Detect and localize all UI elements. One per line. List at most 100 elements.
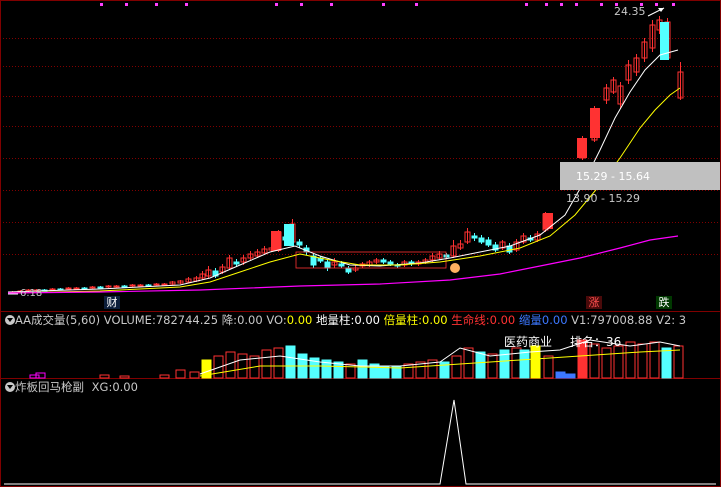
volume-bar	[487, 353, 498, 379]
candle-body	[380, 259, 387, 263]
dilz-value: 0.00	[354, 313, 380, 327]
top-marker-dot	[575, 3, 578, 6]
candle-body	[577, 138, 587, 158]
vo-value: 0.00	[286, 313, 313, 327]
marker-zhang[interactable]: 涨	[586, 296, 602, 309]
candle-body	[338, 263, 345, 267]
xg-signal-line	[4, 399, 716, 485]
beilz-value: 0.00	[422, 313, 448, 327]
smx-label: 生命线:	[451, 313, 490, 327]
top-marker-dot	[545, 3, 548, 6]
rank-label-text: 排名：	[570, 335, 607, 349]
volume-bar	[565, 373, 576, 379]
volume-bar	[649, 341, 660, 379]
indicator-name[interactable]: 炸板回马枪副	[15, 380, 84, 394]
volume-bar	[175, 369, 186, 379]
volume-bar	[237, 353, 248, 379]
volume-panel-header: AA成交量(5,60) VOLUME:782744.25 降:0.00 VO:0…	[0, 312, 721, 329]
volume-label: VOLUME:	[103, 313, 156, 327]
collapse-circle-icon[interactable]	[5, 315, 15, 325]
candle-body	[145, 284, 152, 287]
volume-bar	[519, 349, 530, 379]
candle-body	[153, 283, 160, 286]
volume-bar	[613, 345, 624, 379]
candle-body	[296, 241, 303, 246]
volume-bar	[555, 371, 566, 379]
volume-indicator-name[interactable]: AA成交量(5,60)	[15, 313, 100, 327]
candle-body	[543, 213, 553, 229]
candle-body	[89, 286, 96, 289]
top-marker-dot	[155, 3, 158, 6]
candle-body	[113, 285, 120, 288]
hand-cursor-icon	[450, 263, 460, 273]
candle-body	[478, 237, 485, 243]
candle-body	[233, 261, 240, 265]
top-marker-dot	[275, 3, 278, 6]
marker-die[interactable]: 跌	[656, 296, 672, 309]
volume-bar	[451, 355, 462, 379]
chart-canvas[interactable]: 15.29 - 15.64	[0, 0, 721, 487]
top-marker-dot	[330, 3, 333, 6]
top-marker-dot	[600, 3, 603, 6]
v1-label: V1:	[571, 313, 591, 327]
v2-label: V2: 3	[656, 313, 687, 327]
candle-body	[471, 235, 478, 239]
volume-bar	[530, 345, 541, 379]
volume-bar	[189, 371, 200, 379]
candle-body	[81, 287, 88, 290]
smx-value: 0.00	[489, 313, 516, 327]
top-marker-dot	[300, 3, 303, 6]
candle-body	[129, 284, 136, 287]
volume-bar	[273, 347, 284, 379]
volume-bar	[285, 345, 296, 379]
suolz-label: 缩量	[518, 313, 542, 327]
volume-bar	[625, 341, 636, 379]
marker-cai[interactable]: 财	[104, 296, 120, 309]
top-marker-dot	[525, 3, 528, 6]
volume-bar	[403, 363, 414, 379]
top-marker-dot	[185, 3, 188, 6]
volume-bar	[475, 351, 486, 379]
volume-bar	[601, 347, 612, 379]
box-range-label-a: 15.29 - 15.64	[576, 170, 650, 183]
rank-value: 36	[606, 335, 622, 349]
candle-body	[161, 283, 168, 286]
volume-bar	[261, 349, 272, 379]
top-marker-dot	[100, 3, 103, 6]
candle-body	[345, 267, 352, 273]
indicator-panel-header: 炸板回马枪副 XG:0.00	[0, 379, 721, 396]
volume-bar	[345, 363, 356, 379]
sector-label: 医药商业	[504, 335, 553, 349]
box-range-label-b: 13.90 - 15.29	[566, 192, 640, 205]
candle-body	[590, 108, 600, 138]
dilz-label: 地量柱:	[315, 313, 355, 327]
rank-label: 排名：36	[570, 333, 621, 350]
candle-body	[65, 287, 72, 290]
vo-label: VO:	[266, 313, 287, 327]
volume-bar	[225, 351, 236, 379]
volume-bar	[357, 359, 368, 379]
chart-frame	[0, 0, 721, 487]
jiang-label: 降:	[221, 313, 238, 327]
top-marker-dot	[382, 3, 385, 6]
candle-body	[387, 261, 394, 265]
jiang-value: 0.00	[237, 313, 263, 327]
candle-body	[49, 288, 56, 291]
collapse-circle-icon-2[interactable]	[5, 382, 15, 392]
top-marker-dot	[655, 3, 658, 6]
volume-bar	[119, 375, 130, 379]
xg-label: XG:	[91, 380, 113, 394]
candle-body	[137, 284, 144, 287]
xg-value: 0.00	[112, 380, 138, 394]
candle-body	[105, 285, 112, 288]
stock-chart-window: 15.29 - 15.64 24.35 13.90 - 15.29 6.18 财…	[0, 0, 721, 487]
volume-bar	[637, 343, 648, 379]
top-marker-dot	[415, 3, 418, 6]
suolz-value: 0.00	[541, 313, 568, 327]
top-marker-dot	[560, 3, 563, 6]
candle-body	[73, 287, 80, 290]
volume-bar	[159, 374, 170, 379]
candle-body	[485, 239, 492, 246]
beilz-label: 倍量柱:	[383, 313, 422, 327]
volume-bar	[99, 374, 110, 379]
